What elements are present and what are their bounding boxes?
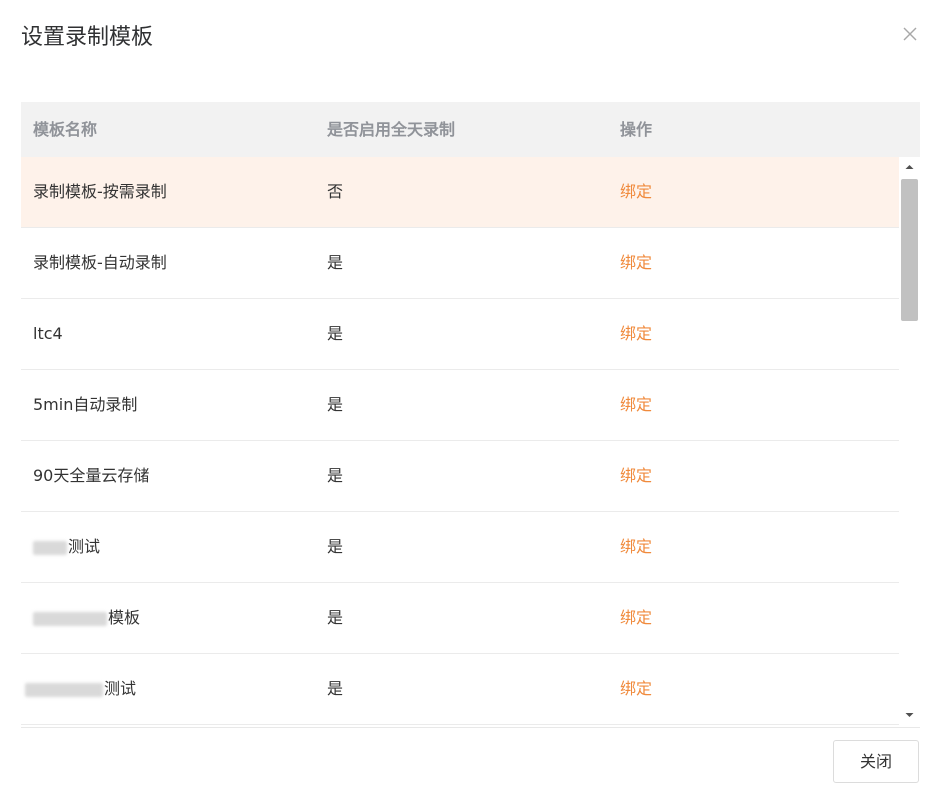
close-button[interactable]: 关闭 [833, 740, 919, 783]
column-header-all-day: 是否启用全天录制 [327, 120, 456, 139]
scroll-up-arrow-icon[interactable] [899, 159, 920, 175]
template-table: 模板名称 是否启用全天录制 操作 录制模板-按需录制 否 绑定 录制模板-自动录… [21, 102, 920, 728]
table-row[interactable]: 模板 是 绑定 [21, 583, 899, 654]
redacted-text [33, 611, 107, 626]
close-icon[interactable] [896, 20, 924, 48]
all-day-value: 是 [327, 608, 344, 627]
template-name: 90天全量云存储 [33, 466, 150, 485]
dialog-title: 设置录制模板 [21, 25, 154, 50]
table-row[interactable]: ltc4 是 绑定 [21, 299, 899, 370]
template-name-cell: 模板 [33, 583, 140, 653]
template-name-cell: 测试 [25, 654, 136, 724]
table-row[interactable]: 录制模板-按需录制 否 绑定 [21, 157, 899, 228]
all-day-value: 是 [327, 466, 344, 485]
bind-link[interactable]: 绑定 [620, 228, 652, 298]
table-body: 录制模板-按需录制 否 绑定 录制模板-自动录制 是 绑定 ltc4 是 绑定 … [21, 157, 899, 727]
template-name: 录制模板-按需录制 [33, 182, 167, 201]
table-row[interactable]: 测试 是 绑定 [21, 512, 899, 583]
bind-link[interactable]: 绑定 [620, 370, 652, 440]
template-name: 测试 [68, 537, 101, 556]
table-scrollbar[interactable] [899, 157, 920, 727]
all-day-value: 是 [327, 253, 344, 272]
all-day-value: 否 [327, 182, 344, 201]
redacted-text [33, 540, 67, 555]
template-name: ltc4 [33, 324, 63, 343]
table-row[interactable]: 录制模板-自动录制 是 绑定 [21, 228, 899, 299]
all-day-value: 是 [327, 324, 344, 343]
template-dialog: 设置录制模板 模板名称 是否启用全天录制 操作 录制模板-按需录制 否 绑定 录… [0, 0, 939, 794]
template-name: 5min自动录制 [33, 395, 138, 414]
table-row[interactable]: 测试 是 绑定 [21, 654, 899, 725]
table-row[interactable]: 90天全量云存储 是 绑定 [21, 441, 899, 512]
table-row[interactable]: 5min自动录制 是 绑定 [21, 370, 899, 441]
bind-link[interactable]: 绑定 [620, 512, 652, 582]
all-day-value: 是 [327, 537, 344, 556]
redacted-text [25, 682, 103, 697]
template-name: 测试 [104, 679, 137, 698]
bind-link[interactable]: 绑定 [620, 299, 652, 369]
bind-link[interactable]: 绑定 [620, 654, 652, 724]
scrollbar-thumb[interactable] [901, 179, 918, 321]
all-day-value: 是 [327, 679, 344, 698]
bind-link[interactable]: 绑定 [620, 583, 652, 653]
template-name-cell: 测试 [33, 512, 100, 582]
all-day-value: 是 [327, 395, 344, 414]
scroll-down-arrow-icon[interactable] [899, 707, 920, 723]
bind-link[interactable]: 绑定 [620, 157, 652, 227]
template-name: 录制模板-自动录制 [33, 253, 167, 272]
column-header-name: 模板名称 [33, 120, 98, 139]
bind-link[interactable]: 绑定 [620, 441, 652, 511]
template-name: 模板 [108, 608, 141, 627]
table-header: 模板名称 是否启用全天录制 操作 [21, 102, 920, 157]
column-header-action: 操作 [620, 120, 653, 139]
